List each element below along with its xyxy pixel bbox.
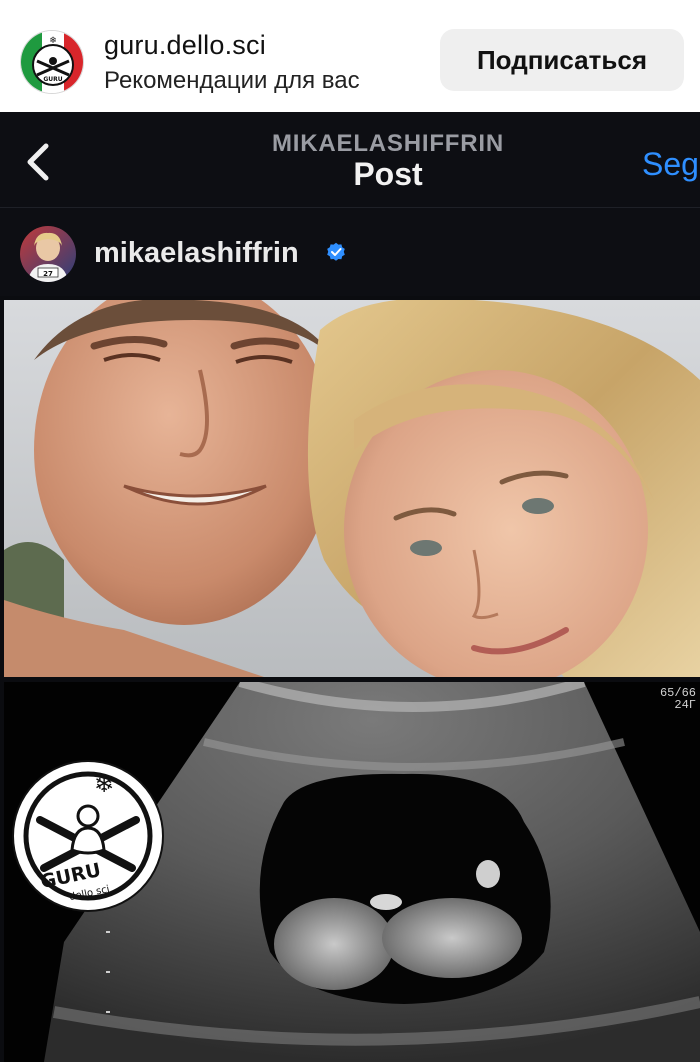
- account-name[interactable]: guru.dello.sci: [104, 30, 266, 61]
- nav-owner-label: MIKAELASHIFFRIN: [272, 130, 504, 157]
- nav-title: Post: [353, 156, 423, 192]
- follow-button[interactable]: Подписаться: [440, 29, 684, 91]
- author-username: mikaelashiffrin: [94, 237, 299, 269]
- account-avatar[interactable]: ❄ GURU: [20, 30, 84, 94]
- post-nav-bar: MIKAELASHIFFRIN Post Seg: [0, 112, 700, 208]
- selfie-photo: [4, 300, 700, 677]
- post-author-row: 27 mikaelashiffrin: [0, 208, 700, 296]
- guru-dello-sci-watermark-logo: ❄ GURU dello sci: [12, 760, 164, 912]
- embedded-post-screenshot: MIKAELASHIFFRIN Post Seg 27 mikaelashiff…: [0, 112, 700, 1062]
- svg-text:GURU: GURU: [43, 76, 62, 83]
- svg-text:27: 27: [43, 270, 53, 278]
- nav-follow-link: Seg: [642, 146, 699, 182]
- svg-text:❄: ❄: [94, 770, 114, 798]
- ultrasound-readout-2: 24Г: [674, 698, 696, 712]
- svg-text:❄: ❄: [49, 36, 57, 46]
- recommendation-subtitle: Рекомендации для вас: [104, 67, 360, 94]
- author-avatar: 27: [20, 226, 76, 282]
- outer-post-header: ❄ GURU guru.dello.sci Рекомендации для в…: [0, 0, 700, 112]
- verified-badge-icon: [327, 242, 345, 261]
